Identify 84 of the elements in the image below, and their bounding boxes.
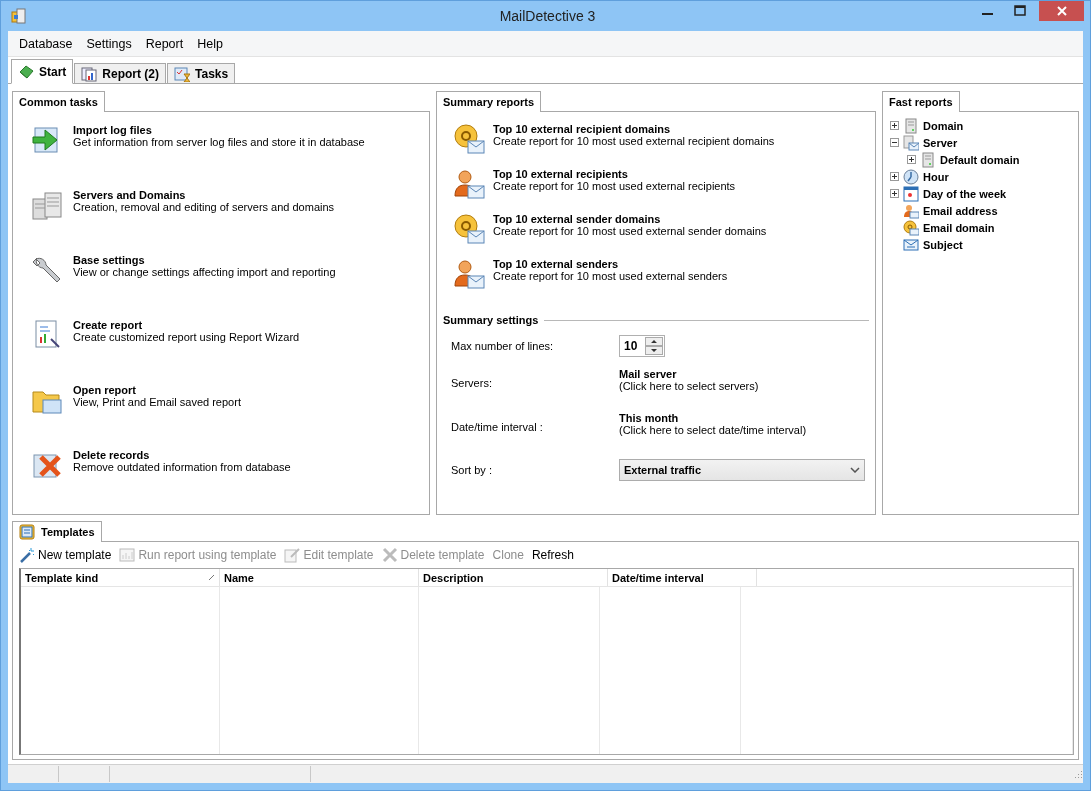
task-link[interactable]: Create report <box>73 319 300 331</box>
at-envelope-icon[interactable] <box>453 123 485 155</box>
report-description: Create report for 10 most used external senders <box>493 270 728 282</box>
maximize-icon[interactable] <box>1014 5 1026 17</box>
expand-icon[interactable] <box>890 172 899 181</box>
toolbar-button[interactable]: Refresh <box>531 548 574 562</box>
menu-item[interactable]: Report <box>138 36 191 51</box>
person-envelope-icon[interactable] <box>453 258 485 290</box>
toolbar-button[interactable]: New template <box>19 547 112 563</box>
task-description: Creation, removal and editing of servers and domains <box>73 201 335 213</box>
report-link[interactable]: Top 10 external recipient domains <box>493 123 775 135</box>
tree-item[interactable]: Server <box>923 136 958 149</box>
column-header[interactable]: Description <box>419 569 608 586</box>
expand-icon[interactable] <box>890 121 899 130</box>
report-description: Create report for 10 most used external recipients <box>493 180 736 192</box>
tree-item[interactable]: Default domain <box>940 153 1020 166</box>
report-link[interactable]: Top 10 external recipients <box>493 168 736 180</box>
selector-link[interactable]: This month (Click here to select date/time interval) <box>619 412 865 442</box>
task-description: View, Print and Email saved report <box>73 396 241 408</box>
person-envelope-icon[interactable] <box>453 168 485 200</box>
report-description: Create report for 10 most used external recipient domains <box>493 135 775 147</box>
field-label: Max number of lines: <box>451 339 555 354</box>
field-label: Servers: <box>451 376 493 391</box>
wand-icon[interactable] <box>19 547 35 563</box>
templates-icon[interactable] <box>19 524 35 540</box>
report-link[interactable]: Top 10 external sender domains <box>493 213 767 225</box>
tab-icon[interactable] <box>18 63 34 80</box>
task-description: Get information from server log files and store it in database <box>73 136 365 148</box>
chevron-down-icon[interactable] <box>850 467 860 473</box>
panel-tab[interactable]: Common tasks <box>12 91 105 112</box>
server-icon <box>903 117 919 134</box>
window-title: MailDetective 3 <box>498 8 597 24</box>
tree-item[interactable]: Email domain <box>923 221 995 234</box>
expand-icon[interactable] <box>907 155 916 164</box>
person-icon <box>903 202 919 219</box>
column-header[interactable]: Name <box>220 569 419 586</box>
column-header[interactable]: Date/time interval <box>608 569 757 586</box>
panel-tab[interactable]: Templates <box>12 521 102 542</box>
menu-item[interactable]: Settings <box>79 36 139 51</box>
tree-item[interactable]: Hour <box>923 170 949 183</box>
sort-indicator-icon <box>208 574 215 581</box>
tree-item[interactable]: Day of the week <box>923 187 1007 200</box>
menu-item[interactable]: Database <box>12 36 80 51</box>
task-description: Remove outdated information from database <box>73 461 291 473</box>
at-icon <box>903 219 919 236</box>
at-envelope-icon[interactable] <box>453 213 485 245</box>
close-icon[interactable] <box>1055 5 1068 17</box>
tab[interactable]: Tasks <box>167 63 236 83</box>
expand-icon[interactable] <box>890 189 899 198</box>
tab[interactable]: Report (2) <box>74 63 166 83</box>
report-link[interactable]: Top 10 external senders <box>493 258 728 270</box>
report-description: Create report for 10 most used external sender domains <box>493 225 767 237</box>
tree-item[interactable]: Subject <box>923 238 963 251</box>
tab-icon[interactable] <box>174 65 190 82</box>
panel-tab[interactable]: Fast reports <box>882 91 960 112</box>
task-link[interactable]: Import log files <box>73 124 365 136</box>
field-label: Date/time interval : <box>451 420 544 435</box>
clock-icon <box>903 168 919 185</box>
selector-link[interactable]: Mail server (Click here to select servers) <box>619 368 865 398</box>
collapse-icon[interactable] <box>890 138 899 147</box>
resize-grip-icon[interactable] <box>1073 769 1083 779</box>
task-link[interactable]: Base settings <box>73 254 336 266</box>
task-description: View or change settings affecting import and reporting <box>73 266 336 278</box>
tab-icon[interactable] <box>81 65 98 82</box>
spinner-arrows-icon[interactable] <box>645 337 664 355</box>
server-envelope-icon <box>903 134 919 151</box>
tab[interactable]: Start <box>11 59 74 84</box>
field-label: Sort by : <box>451 463 493 478</box>
number-spinner[interactable]: 10 <box>619 335 666 357</box>
task-link[interactable]: Open report <box>73 384 241 396</box>
panel-tab[interactable]: Summary reports <box>436 91 542 112</box>
section-heading: Summary settings <box>443 314 539 326</box>
close-button[interactable] <box>1039 1 1084 21</box>
task-link[interactable]: Delete records <box>73 449 291 461</box>
task-link[interactable]: Servers and Domains <box>73 189 335 201</box>
menu-item[interactable]: Help <box>190 36 230 51</box>
server-icon <box>920 151 936 168</box>
task-description: Create customized report using Report Wizard <box>73 331 300 343</box>
tree-item[interactable]: Email address <box>923 204 998 217</box>
sort-dropdown[interactable]: External traffic <box>619 459 865 481</box>
tree-item[interactable]: Domain <box>923 119 964 132</box>
calendar-icon <box>903 185 919 202</box>
app-icon <box>10 8 26 24</box>
column-header[interactable]: Template kind <box>21 569 220 586</box>
